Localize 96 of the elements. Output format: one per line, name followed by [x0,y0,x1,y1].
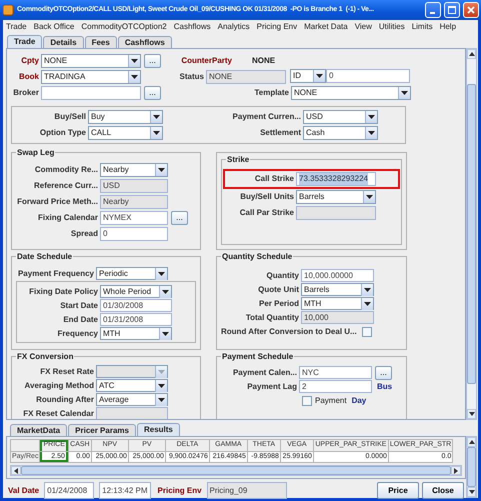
field-label: Buy/Sell [53,111,87,123]
dropdown[interactable]: ATC [96,379,168,392]
dropdown[interactable]: NONE [41,54,141,68]
group-title: Swap Leg [16,147,56,159]
field-label: Broker [12,87,40,99]
dropdown[interactable]: USD [303,110,378,124]
field-label: Payment Curren... [232,111,302,123]
field-label: CounterParty [180,55,233,67]
field-label: Pricing Env [158,484,203,496]
field-label: Cpty [20,55,40,67]
menu-item[interactable]: Back Office [34,20,74,32]
input-field[interactable]: 12:13:42 PM [99,482,151,499]
field-label: Frequency [56,328,99,340]
field-label: End Date [62,314,99,326]
menu-item[interactable]: Limits [412,20,433,32]
field-label: Quote Unit [257,284,300,296]
group-title: Payment Schedule [221,351,294,363]
input-field[interactable]: 01/30/2008 [100,299,172,312]
dropdown[interactable]: MTH [301,297,374,310]
menu-item[interactable]: Market Data [304,20,348,32]
dropdown[interactable]: Average [96,393,168,406]
unit-label: Bus [377,380,392,392]
browse-button[interactable]: ... [144,54,161,68]
input-field[interactable]: Pricing_09 [206,482,287,499]
input-field[interactable]: NYMEX [100,211,168,225]
dropdown[interactable]: Periodic [96,267,168,280]
field-label: Fixing Calendar [36,212,99,224]
dropdown[interactable]: Nearby [100,163,168,177]
field-label: Payment Lag [246,380,298,392]
field-label: Round After Conversion to Deal U... [221,326,358,338]
dropdown[interactable]: TRADINGA [41,70,141,84]
browse-button[interactable]: ... [171,211,188,225]
field-label: Book [18,71,40,83]
menu-item[interactable]: Analytics [218,20,250,32]
tab[interactable]: Fees [84,36,117,48]
field-label: Settlement [259,127,302,139]
input-field[interactable]: 01/31/2008 [100,313,172,326]
browse-button[interactable]: ... [375,366,392,380]
field-label: Val Date [8,484,40,496]
field-label: Averaging Method [24,380,95,392]
dropdown[interactable]: Barrels [296,190,376,204]
field-label: Reference Curr... [32,180,99,192]
field-label: Option Type [38,127,87,139]
input-field[interactable]: 10,000.00000 [301,269,374,282]
field-label: Commodity Re... [34,164,99,176]
menu-item[interactable]: CommodityOTCOption2 [81,20,167,32]
field-label: Fixing Date Policy [28,286,99,298]
menu-item[interactable]: Utilities [378,20,405,32]
tab[interactable]: Pricer Params [68,424,136,436]
tab[interactable]: Trade [7,35,42,48]
input-field[interactable]: NYC [299,366,372,379]
menu-item[interactable]: Cashflows [174,20,211,32]
field-label: Payment Calen... [232,366,298,378]
field-label: Quantity [266,270,300,282]
field-label: FX Reset Rate [39,366,95,378]
tab[interactable]: Details [43,36,84,48]
value-text: NONE [252,55,276,67]
field-label: Template [253,87,290,99]
field-label: Call Strike [254,173,295,185]
unit-label: Day [352,394,366,406]
dropdown[interactable]: ID [290,69,326,83]
menu-item[interactable]: Trade [6,20,27,32]
field-label: Per Period [258,298,300,310]
dropdown[interactable]: Barrels [301,283,374,296]
dropdown[interactable]: MTH [100,327,172,340]
group-title: Quantity Schedule [221,251,294,263]
checkbox-label: Payment [315,394,347,406]
browse-button[interactable]: ... [144,86,161,100]
tab[interactable]: Cashflows [118,36,172,48]
menu-item[interactable]: Help [440,20,456,32]
action-button[interactable]: Close [422,482,464,499]
field-label: FX Reset Calendar [22,408,95,419]
menu-item[interactable]: Pricing Env [256,20,298,32]
field-label: Total Quantity [244,312,300,324]
input-field[interactable]: 01/24/2008 [44,482,94,499]
tab[interactable]: Results [136,423,180,436]
field-label: Status [178,71,205,83]
dropdown[interactable]: Whole Period [100,285,172,298]
dropdown[interactable]: Cash [303,126,378,140]
input-field[interactable]: 0 [326,69,410,83]
input-field[interactable]: 0 [100,227,168,241]
field-label: Call Par Strike [238,207,295,219]
field-label: Spread [70,228,99,240]
action-button[interactable]: Price [377,482,419,499]
dropdown[interactable]: NONE [291,86,411,100]
field-label: Buy/Sell Units [239,191,295,203]
input-field[interactable]: 73.3533328293224 [296,172,376,186]
field-label: Rounding After [35,394,95,406]
field-label: Start Date [59,300,99,312]
input-field[interactable]: 2 [299,380,372,393]
field-label: Payment Frequency [16,268,95,280]
dropdown[interactable]: Buy [88,110,163,124]
tab[interactable]: MarketData [10,424,68,436]
field-label: Forward Price Meth... [16,196,99,208]
dropdown[interactable]: CALL [88,126,163,140]
menu-item[interactable]: View [354,20,372,32]
